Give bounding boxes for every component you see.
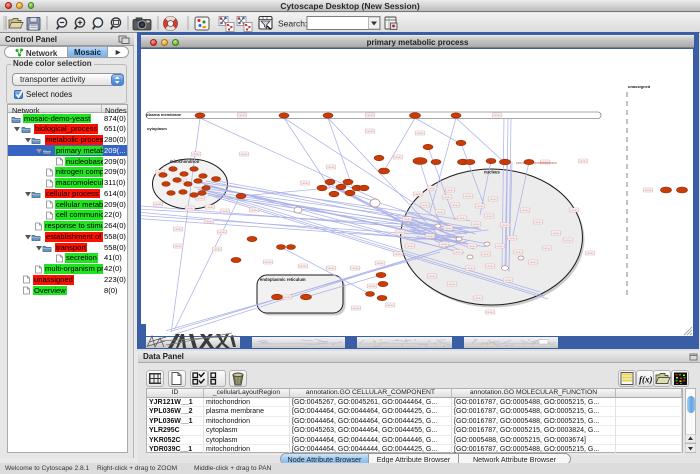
svg-text:xxxxxxxxxxxxxxxxxxxxxxxx: xxxxxxxxxxxxxxxxxxxxxxxx [516, 161, 557, 165]
svg-text:xxxxx: xxxxx [443, 195, 451, 199]
svg-text:xxxxx: xxxxx [508, 236, 516, 240]
svg-text:xxxxx: xxxxx [376, 261, 384, 265]
svg-text:xxxxx: xxxxx [213, 247, 221, 251]
svg-text:xxxxx: xxxxx [454, 250, 462, 254]
svg-text:xxxxx: xxxxx [644, 188, 652, 192]
svg-text:mitochondrion: mitochondrion [170, 159, 200, 164]
svg-text:plasma membrane: plasma membrane [146, 112, 182, 117]
svg-text:xxxxx: xxxxx [416, 131, 424, 135]
svg-text:xxxxx: xxxxx [283, 295, 291, 299]
svg-text:xxxxx: xxxxx [586, 251, 594, 255]
svg-text:xxxxx: xxxxx [264, 260, 272, 264]
svg-text:f(x): f(x) [639, 375, 653, 385]
svg-text:xxxxx: xxxxx [192, 152, 200, 156]
svg-text:xxxxx: xxxxx [474, 296, 482, 300]
svg-text:xxxxx: xxxxx [458, 216, 466, 220]
svg-text:xxxxx: xxxxx [327, 266, 335, 270]
svg-text:xxxxx: xxxxx [552, 231, 560, 235]
svg-text:xxxxx: xxxxx [564, 238, 572, 242]
svg-text:xxxxx: xxxxx [366, 113, 374, 117]
svg-text:xxxxx: xxxxx [570, 208, 578, 212]
svg-text:xxxxx: xxxxx [543, 246, 551, 250]
svg-text:xxxxx: xxxxx [352, 306, 360, 310]
svg-text:xxxxx: xxxxx [174, 227, 182, 231]
svg-text:xxxxx: xxxxx [403, 217, 411, 221]
svg-text:xxxxx: xxxxx [485, 214, 493, 218]
svg-text:xxxxx: xxxxx [486, 310, 494, 314]
svg-text:xxxxx: xxxxx [406, 244, 414, 248]
svg-text:xxxxx: xxxxx [482, 252, 490, 256]
svg-text:xxxxx: xxxxx [221, 209, 229, 213]
svg-text:xxxxx: xxxxx [218, 230, 226, 234]
svg-text:xxxxx: xxxxx [444, 226, 452, 230]
svg-text:xxxxx: xxxxx [448, 282, 456, 286]
svg-text:xxxxx: xxxxx [501, 223, 509, 227]
svg-text:xxxxx: xxxxx [351, 266, 359, 270]
svg-text:Search:: Search: [278, 19, 307, 29]
svg-text:xxxxx: xxxxx [436, 210, 444, 214]
svg-text:xxxxx: xxxxx [534, 220, 542, 224]
svg-text:xxxxx: xxxxx [238, 113, 246, 117]
svg-text:xxxxx: xxxxx [154, 202, 162, 206]
svg-text:xxxxx: xxxxx [250, 208, 258, 212]
svg-text:xxxxx: xxxxx [486, 264, 494, 268]
svg-text:xxxxx: xxxxx [468, 244, 476, 248]
svg-text:xxxxx: xxxxx [396, 230, 404, 234]
svg-text:xxxxx: xxxxx [514, 250, 522, 254]
svg-text:endoplasmic reticulum: endoplasmic reticulum [260, 277, 306, 282]
svg-text:xxxxx: xxxxx [472, 222, 480, 226]
svg-text:unassigned: unassigned [628, 84, 651, 89]
svg-text:xxxxx: xxxxx [368, 284, 376, 288]
svg-text:xxxxx: xxxxx [504, 278, 512, 282]
svg-text:xxxxx: xxxxx [451, 203, 459, 207]
svg-text:nucleus: nucleus [484, 170, 500, 175]
svg-text:xxxxx: xxxxx [428, 186, 436, 190]
svg-text:xxxxx: xxxxx [446, 188, 454, 192]
svg-text:xxxxx: xxxxx [496, 244, 504, 248]
svg-text:xxxxx: xxxxx [466, 266, 474, 270]
svg-text:xxxxx: xxxxx [205, 219, 213, 223]
svg-text:xxxxx: xxxxx [489, 197, 497, 201]
svg-text:xxxxx: xxxxx [476, 204, 484, 208]
svg-text:xxxxx: xxxxx [394, 155, 402, 159]
svg-text:xxxxx: xxxxx [428, 274, 436, 278]
svg-text:xxxxx: xxxxx [521, 208, 529, 212]
svg-text:xxxxx: xxxxx [174, 244, 182, 248]
svg-text:xxxxx: xxxxx [414, 192, 422, 196]
svg-text:xxxxx: xxxxx [206, 205, 214, 209]
svg-text:cytoplasm: cytoplasm [147, 126, 167, 131]
svg-text:xxxxx: xxxxx [421, 203, 429, 207]
svg-text:xxxxx: xxxxx [529, 260, 537, 264]
svg-text:xxxxx: xxxxx [386, 303, 394, 307]
svg-text:xxxxx: xxxxx [579, 159, 587, 163]
svg-text:xxxxx: xxxxx [493, 113, 501, 117]
svg-text:xxxxx: xxxxx [366, 129, 374, 133]
svg-text:xxxxx: xxxxx [327, 165, 335, 169]
svg-text:xxxxx: xxxxx [299, 264, 307, 268]
svg-text:xxxxx: xxxxx [394, 252, 402, 256]
svg-text:xxxxx: xxxxx [186, 206, 194, 210]
svg-text:xxxxx: xxxxx [464, 194, 472, 198]
svg-text:xxxxx: xxxxx [440, 242, 448, 246]
svg-text:xxxxx: xxxxx [301, 181, 309, 185]
svg-text:xxxxx: xxxxx [240, 152, 248, 156]
svg-text:xxxxx: xxxxx [426, 234, 434, 238]
